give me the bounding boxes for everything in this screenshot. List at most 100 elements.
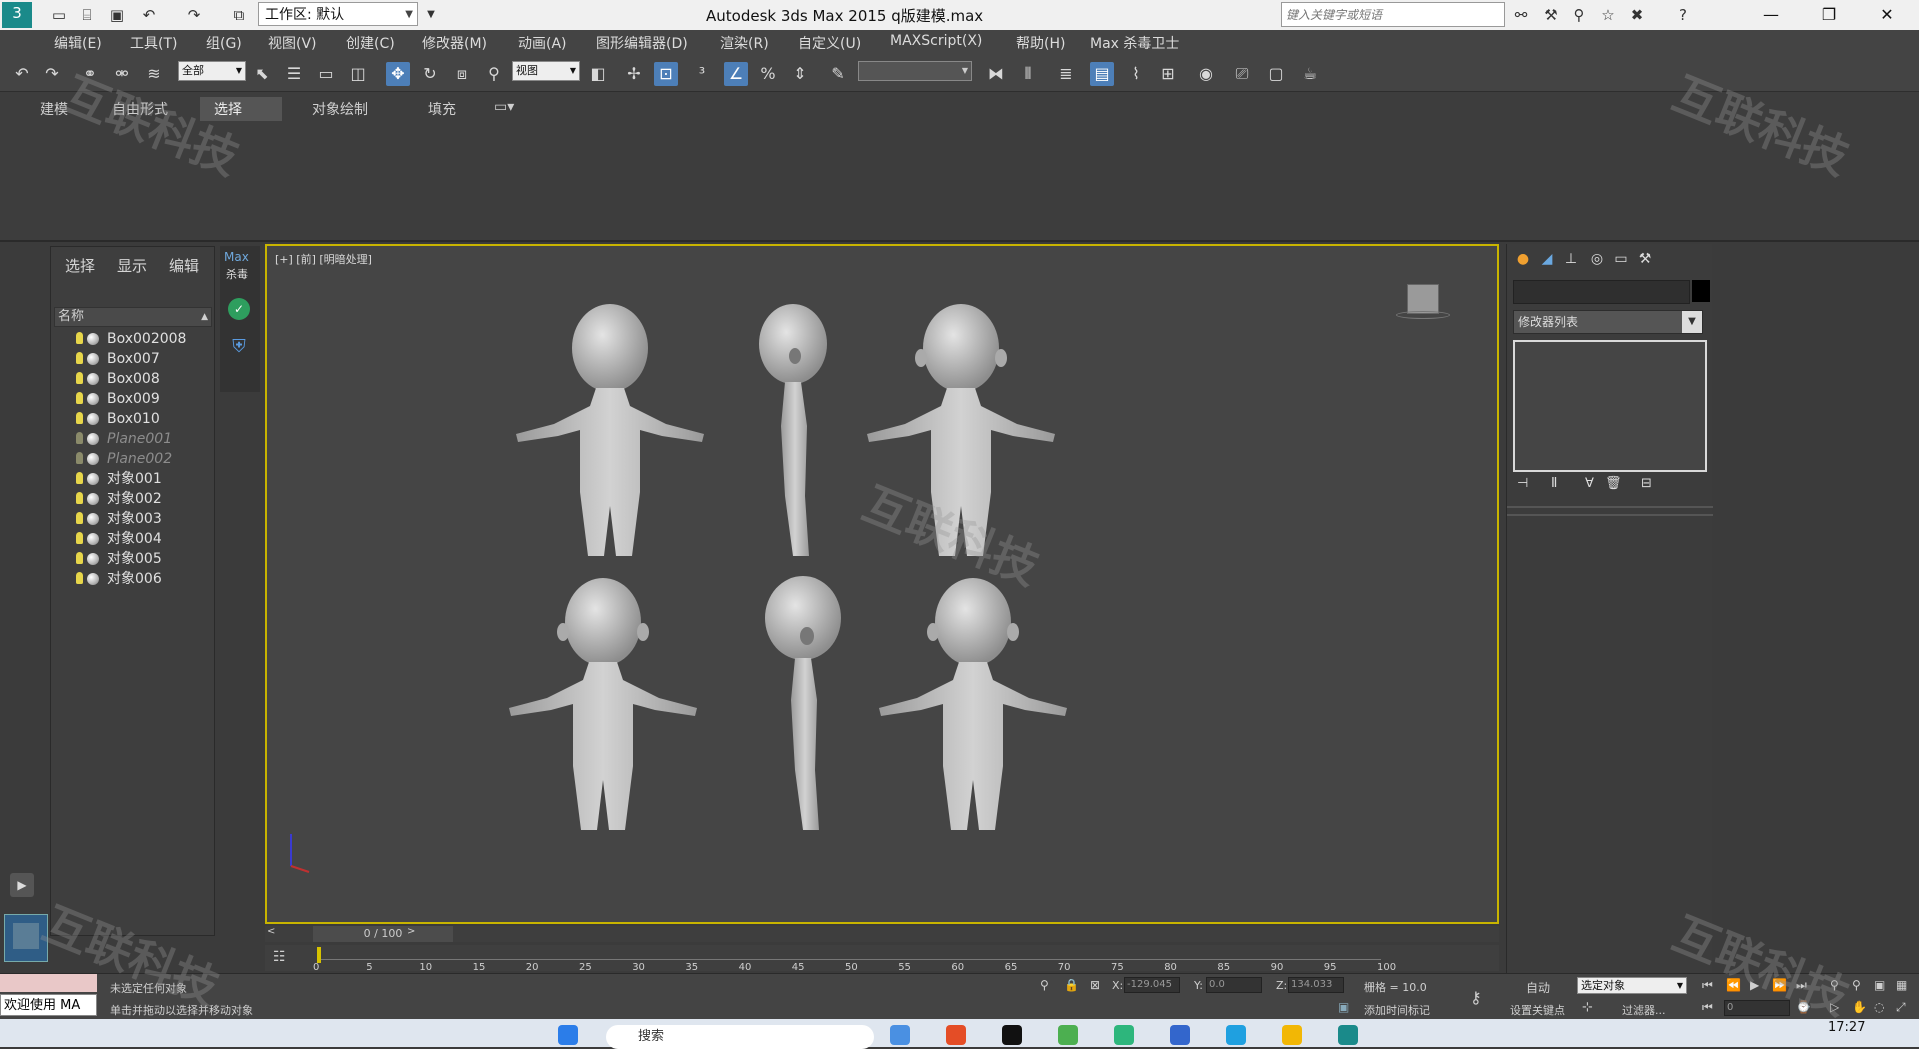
pivot-center-icon[interactable]: ◧	[586, 62, 610, 86]
menu-group[interactable]: 组(G)	[206, 33, 242, 53]
light-bulb-icon[interactable]	[76, 432, 83, 444]
shield-icon[interactable]: ⛨	[229, 336, 249, 358]
new-file-icon[interactable]: ▭	[48, 4, 70, 26]
select-by-name-icon[interactable]: ☰	[282, 62, 306, 86]
project-folder-icon[interactable]: ⧉	[228, 4, 250, 26]
app-icon[interactable]	[1338, 1025, 1358, 1045]
app-icon[interactable]	[890, 1025, 910, 1045]
align-icon[interactable]: ⫴	[1016, 62, 1040, 86]
light-bulb-icon[interactable]	[76, 492, 83, 504]
menu-maxscript[interactable]: MAXScript(X)	[890, 33, 982, 49]
menu-views[interactable]: 视图(V)	[268, 33, 317, 53]
select-and-scale-icon[interactable]: ⧈	[450, 62, 474, 86]
menu-tools[interactable]: 工具(T)	[130, 33, 177, 53]
orbit-icon[interactable]: ◌	[1874, 1000, 1884, 1014]
zoom-extents-all-icon[interactable]: ▦	[1896, 978, 1907, 992]
select-and-rotate-icon[interactable]: ↻	[418, 62, 442, 86]
keyboard-shortcut-override-icon[interactable]: ⊡	[654, 62, 678, 86]
x-coordinate-field[interactable]: -129.045	[1124, 977, 1180, 993]
add-time-tag[interactable]: 添加时间标记	[1364, 1002, 1430, 1018]
expand-panel-icon[interactable]: ▶	[10, 873, 34, 897]
time-slider-thumb[interactable]: 0 / 100	[313, 926, 453, 942]
menu-max-antivirus[interactable]: Max 杀毒卫士	[1090, 33, 1179, 53]
track-bar[interactable]: ☷ 0 5 10 15 20 25 30 35 40 45 50 55 60 65 70 75 80 85 90 95…	[265, 945, 1499, 973]
time-tag-icon[interactable]: ▣	[1338, 1000, 1349, 1014]
material-editor-icon[interactable]: ◉	[1194, 62, 1218, 86]
render-setup-icon[interactable]: ⎚	[1230, 62, 1254, 86]
maxscript-mini-listener[interactable]: 欢迎使用 MA	[0, 994, 97, 1016]
name-column-header[interactable]: 名称 ▲	[54, 307, 212, 327]
scene-object-row[interactable]: 对象003	[73, 510, 213, 529]
communication-center-icon[interactable]: ⚲	[1568, 4, 1590, 26]
ribbon-tab-object-paint[interactable]: 对象绘制	[298, 97, 382, 121]
utilities-tab-icon[interactable]: ⚒	[1635, 249, 1655, 269]
scene-object-row[interactable]: 对象002	[73, 490, 213, 509]
exchange-icon[interactable]: ✖	[1626, 4, 1648, 26]
menu-edit[interactable]: 编辑(E)	[54, 33, 102, 53]
next-frame-icon[interactable]: >	[407, 926, 415, 937]
object-name-field[interactable]	[1513, 280, 1690, 304]
scene-object-row[interactable]: 对象001	[73, 470, 213, 489]
light-bulb-icon[interactable]	[76, 532, 83, 544]
named-selection-set-select[interactable]: ▼	[858, 61, 972, 81]
light-bulb-icon[interactable]	[76, 332, 83, 344]
light-bulb-icon[interactable]	[76, 552, 83, 564]
app-icon[interactable]	[1002, 1025, 1022, 1045]
modify-tab-icon[interactable]: ◢	[1537, 249, 1557, 269]
scene-object-row[interactable]: Box002008	[73, 330, 213, 349]
taskbar-search[interactable]: 搜索	[606, 1025, 874, 1049]
app-logo-icon[interactable]: 3	[2, 2, 32, 28]
layer-explorer-icon[interactable]: ≣	[1054, 62, 1078, 86]
select-and-move-icon[interactable]: ✥	[386, 62, 410, 86]
percent-snap-icon[interactable]: %	[756, 62, 780, 86]
menu-create[interactable]: 创建(C)	[346, 33, 395, 53]
app-icon[interactable]	[1058, 1025, 1078, 1045]
scene-tab-display[interactable]: 显示	[117, 255, 147, 276]
app-icon[interactable]	[1226, 1025, 1246, 1045]
mirror-icon[interactable]: ⧓	[984, 62, 1008, 86]
scene-object-row[interactable]: 对象004	[73, 530, 213, 549]
restore-button[interactable]: ❐	[1806, 0, 1852, 30]
hierarchy-tab-icon[interactable]: ⊥	[1561, 249, 1581, 269]
scene-object-row[interactable]: Plane002	[73, 450, 213, 469]
start-icon[interactable]	[558, 1025, 578, 1045]
lock-selection-icon[interactable]: 🔒	[1064, 978, 1079, 992]
menu-rendering[interactable]: 渲染(R)	[720, 33, 769, 53]
scene-object-row[interactable]: 对象006	[73, 570, 213, 589]
scene-object-row[interactable]: Box007	[73, 350, 213, 369]
pan-icon[interactable]: ✋	[1852, 1000, 1867, 1014]
light-bulb-icon[interactable]	[76, 572, 83, 584]
scene-object-row[interactable]: 对象005	[73, 550, 213, 569]
redo-icon[interactable]: ↷	[40, 62, 64, 86]
absolute-mode-icon[interactable]: ⊠	[1090, 978, 1100, 992]
scene-explorer-toggle-icon[interactable]: ▤	[1090, 62, 1114, 86]
menu-customize[interactable]: 自定义(U)	[798, 33, 861, 53]
redo-icon[interactable]: ↷	[183, 4, 205, 26]
viewport-front[interactable]: [+] [前] [明暗处理]	[265, 244, 1499, 924]
help-icon[interactable]: ?	[1672, 4, 1694, 26]
curve-editor-icon[interactable]: ⌇	[1124, 62, 1148, 86]
ribbon-tab-populate[interactable]: 填充	[414, 97, 470, 121]
scan-icon[interactable]: ✓	[228, 298, 250, 320]
scene-tab-edit[interactable]: 编辑	[169, 255, 199, 276]
workspace-select[interactable]: 工作区: 默认 ▼	[258, 2, 418, 26]
rendered-frame-window-icon[interactable]: ▢	[1264, 62, 1288, 86]
undo-icon[interactable]: ↶	[10, 62, 34, 86]
maximize-viewport-icon[interactable]: ⤢	[1896, 1000, 1906, 1015]
app-icon[interactable]	[946, 1025, 966, 1045]
rectangular-selection-icon[interactable]: ▭	[314, 62, 338, 86]
key-icon[interactable]: ⚷	[1470, 988, 1482, 1007]
selection-filter-select[interactable]: 全部 ▼	[178, 61, 246, 81]
time-slider[interactable]: < 0 / 100 >	[265, 926, 1499, 942]
binoculars-icon[interactable]: ⚯	[1510, 4, 1532, 26]
scene-object-row[interactable]: Plane001	[73, 430, 213, 449]
z-coordinate-field[interactable]: 134.033	[1288, 977, 1344, 993]
zoom-extents-icon[interactable]: ▣	[1874, 978, 1885, 992]
selection-set-select[interactable]: 选定对象 ▼	[1577, 977, 1687, 994]
modifier-list-select[interactable]: 修改器列表 ▼	[1513, 310, 1703, 334]
manipulate-icon[interactable]: ✢	[622, 62, 646, 86]
app-icon[interactable]	[1170, 1025, 1190, 1045]
render-production-icon[interactable]: ☕	[1298, 62, 1322, 86]
save-icon[interactable]: ▣	[106, 4, 128, 26]
angle-snap-icon[interactable]: ∠	[724, 62, 748, 86]
